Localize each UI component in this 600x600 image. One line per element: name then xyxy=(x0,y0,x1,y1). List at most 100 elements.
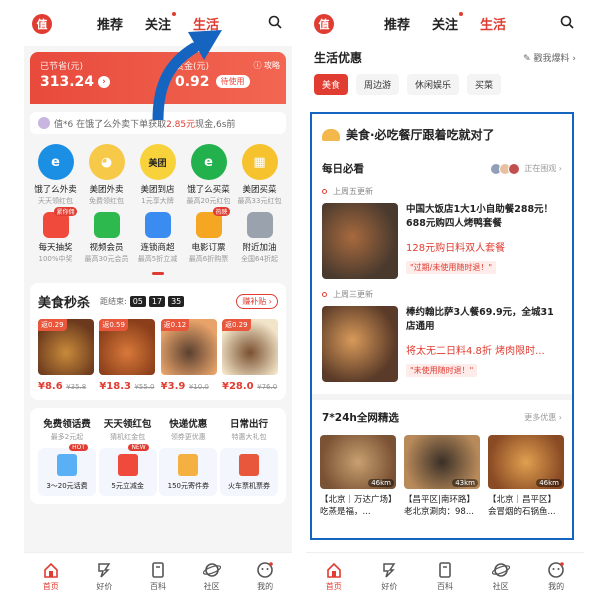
service-icon xyxy=(93,212,120,238)
nav-item[interactable]: 我的 xyxy=(256,561,274,592)
watching-link[interactable]: 正在围观 › xyxy=(524,163,562,174)
earn-subsidy-button[interactable]: 赚补贴 › xyxy=(236,293,278,309)
service-item[interactable]: ◕ 美团外卖 免费领红包 xyxy=(81,144,132,206)
coupon-sub: 特惠大礼包 xyxy=(231,433,267,441)
service-title: 美团买菜 xyxy=(242,185,277,195)
pick-image[interactable]: 46km xyxy=(488,435,564,489)
section-title: 生活优惠 xyxy=(314,50,363,65)
nav-label: 百科 xyxy=(436,582,453,591)
original-price: ¥55.0 xyxy=(134,383,155,391)
service-item[interactable]: e 饿了么买菜 最高20元红包 xyxy=(183,144,234,206)
profile-icon xyxy=(257,562,273,578)
pick-item[interactable]: 43km 【昌平区|南环路】老北京涮肉：98... xyxy=(404,435,480,518)
service-item[interactable]: e 饿了么外卖 天天领红包 xyxy=(30,144,81,206)
category-chips: 美食 周边游 休闲娱乐 买菜 xyxy=(306,68,584,101)
pick-item[interactable]: 46km 【北京｜昌平区】会冒烟的石锅鱼... xyxy=(488,435,564,518)
product-image[interactable]: 返0.29 xyxy=(221,319,278,375)
flash-sale-item[interactable]: 返0.29 ¥28.0 ¥76.0 xyxy=(221,319,278,392)
coupon-item[interactable]: 天天领红包 猜机红金包 5元立减金 NEW xyxy=(98,416,157,496)
coupon-item[interactable]: 日常出行 特惠大礼包 火车票机票券 xyxy=(219,416,278,496)
pick-image[interactable]: 46km xyxy=(320,435,396,489)
tab-life[interactable]: 生活 xyxy=(480,14,506,33)
coupon-item[interactable]: 快递优惠 领券更优惠 150元寄件券 xyxy=(159,416,218,496)
coupon-value: 火车票机票券 xyxy=(227,482,270,490)
pick-image[interactable]: 43km xyxy=(404,435,480,489)
service-sub: 1元享大牌 xyxy=(141,197,174,205)
nav-item[interactable]: 社区 xyxy=(202,561,221,592)
nav-label: 百科 xyxy=(149,582,166,591)
nav-item[interactable]: 我的 xyxy=(547,561,565,592)
app-logo[interactable]: 值 xyxy=(32,14,52,34)
deal-image[interactable] xyxy=(322,203,398,279)
profile-icon xyxy=(548,562,564,578)
service-item[interactable]: 热映 电影订票 最高6折购票 xyxy=(183,207,234,264)
service-item[interactable]: ▦ 美团买菜 最高33元红包 xyxy=(234,144,285,206)
saved-value: 313.24 › xyxy=(40,74,111,90)
service-sub: 最高30元会员 xyxy=(84,255,129,263)
service-item[interactable]: 视频会员最高30元会员 xyxy=(81,212,132,264)
flash-sale-item[interactable]: 返0.12 ¥3.9 ¥10.0 xyxy=(160,319,217,392)
notify-dot xyxy=(172,11,176,16)
update-time: 上周三更新 xyxy=(312,279,572,300)
nav-label: 首页 xyxy=(325,582,342,591)
search-icon[interactable] xyxy=(268,15,282,29)
coupon-box[interactable]: 3～20元话费 HOT xyxy=(38,444,96,496)
coupon-value: 150元寄件券 xyxy=(167,482,209,490)
lightning-icon xyxy=(98,563,111,578)
flash-sale-item[interactable]: 返0.59 ¥18.3 ¥55.0 xyxy=(99,319,156,392)
coupon-box[interactable]: 火车票机票券 xyxy=(219,448,278,496)
nav-item[interactable]: 好价 xyxy=(380,561,398,592)
category-chip[interactable]: 美食 xyxy=(314,74,349,95)
nav-item[interactable]: 好价 xyxy=(95,561,113,592)
deal-title: 棒约翰比萨3人餐69.9元，全城31店通用 xyxy=(406,307,554,332)
flash-sale-item[interactable]: 返0.29 ¥8.6 ¥35.8 xyxy=(38,319,94,392)
nav-item[interactable]: 首页 xyxy=(325,561,343,592)
service-title: 视频会员 xyxy=(89,243,124,253)
flash-sale-card: 美食秒杀 距结束: 05 17 35 赚补贴 › 返0.29 ¥8.6 ¥35.8 返0.… xyxy=(30,283,286,400)
category-chip[interactable]: 周边游 xyxy=(356,74,400,95)
deal-subtitle: 将太无二日料4.8折 烤肉限时... xyxy=(406,346,545,357)
service-item[interactable]: 紧你佣 每天抽奖 100%中奖 xyxy=(30,207,81,264)
hot-badge: NEW xyxy=(128,444,149,451)
category-chip[interactable]: 休闲娱乐 xyxy=(407,74,460,95)
service-title: 饿了么买菜 xyxy=(187,185,230,195)
watcher-avatars xyxy=(490,162,521,175)
product-image[interactable]: 返0.59 xyxy=(99,319,156,375)
category-chip[interactable]: 买菜 xyxy=(467,74,502,95)
nav-item[interactable]: 百科 xyxy=(436,561,454,592)
tab-follow[interactable]: 关注 xyxy=(432,11,463,33)
coupon-box[interactable]: 5元立减金 NEW xyxy=(98,444,157,496)
guide-link[interactable]: ⓘ 攻略 xyxy=(253,60,280,71)
update-label: 上周五更新 xyxy=(333,187,373,196)
top-bar: 值 推荐 关注 生活 xyxy=(306,0,584,46)
nav-label: 社区 xyxy=(492,582,509,591)
service-item[interactable]: 连锁商超 最高5折立减 xyxy=(132,212,183,264)
nav-item[interactable]: 百科 xyxy=(149,561,167,592)
more-deals-link[interactable]: 更多优惠 › xyxy=(524,412,562,423)
tab-recommend[interactable]: 推荐 xyxy=(97,14,123,33)
tab-recommend[interactable]: 推荐 xyxy=(384,14,410,33)
refund-tag: "未使用随时退！" xyxy=(406,364,478,377)
service-item[interactable]: 美团 美团到店 1元享大牌 xyxy=(132,144,183,206)
deal-item[interactable]: 棒约翰比萨3人餐69.9元，全城31店通用将太无二日料4.8折 烤肉限时... "… xyxy=(312,300,572,382)
home-icon xyxy=(43,562,58,578)
coupon-icon xyxy=(238,454,259,476)
service-title: 连锁商超 xyxy=(140,243,175,253)
service-item[interactable]: 附近加油 全国64折起 xyxy=(234,212,285,264)
app-logo[interactable]: 值 xyxy=(314,14,334,34)
price: ¥8.6 ¥35.8 xyxy=(38,381,94,392)
distance-badge: 46km xyxy=(368,479,394,487)
nav-item[interactable]: 首页 xyxy=(42,561,60,592)
pick-item[interactable]: 46km 【北京｜万达广场】吃蒸是福，... xyxy=(320,435,396,518)
coupon-box[interactable]: 150元寄件券 xyxy=(159,448,218,496)
service-icon: 美团 xyxy=(139,144,176,180)
nav-label: 我的 xyxy=(548,582,565,591)
deal-item[interactable]: 中国大饭店1大1小自助餐288元！688元购四人烤鸭套餐 128元购日料双人套餐 "… xyxy=(312,197,572,279)
search-icon[interactable] xyxy=(560,15,574,29)
deal-image[interactable] xyxy=(322,306,398,382)
nav-item[interactable]: 社区 xyxy=(491,561,510,592)
product-image[interactable]: 返0.12 xyxy=(160,319,217,375)
product-image[interactable]: 返0.29 xyxy=(38,319,94,375)
report-link[interactable]: ✎ 戳我爆料 › xyxy=(523,51,576,64)
coupon-item[interactable]: 免费领话费 最多2元起 3～20元话费 HOT xyxy=(38,416,96,496)
